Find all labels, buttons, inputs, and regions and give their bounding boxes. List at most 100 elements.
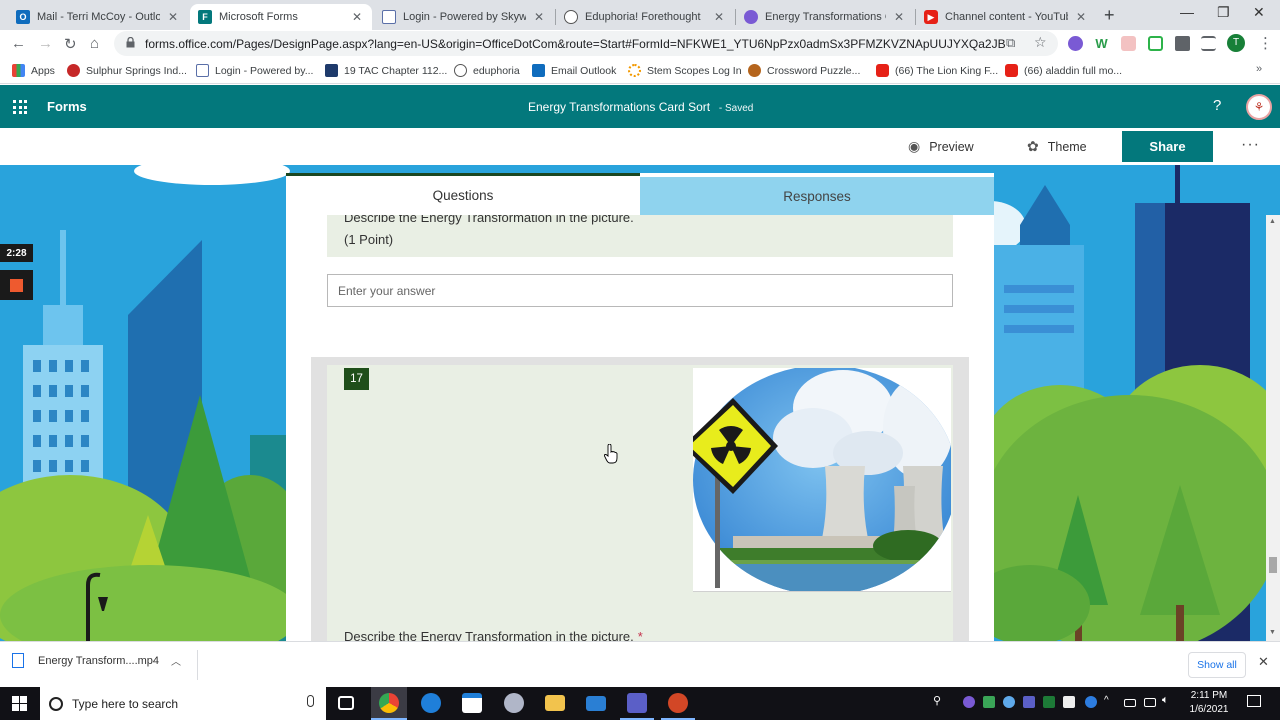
network-icon[interactable] — [1144, 698, 1156, 707]
close-icon[interactable]: ✕ — [892, 10, 906, 24]
question-17-body[interactable]: 17 Describe the Energy Transformation in… — [327, 365, 953, 641]
maximize-icon[interactable]: ❐ — [1217, 4, 1230, 21]
tab-eduphoria[interactable]: Eduphoria! Forethought ✕ — [556, 4, 734, 30]
windows-start-icon[interactable] — [12, 696, 27, 711]
avatar[interactable]: ⚘ — [1246, 94, 1272, 120]
store-icon[interactable] — [462, 693, 482, 713]
theme-button[interactable]: ✿ Theme — [1027, 138, 1087, 155]
palette-icon: ✿ — [1027, 138, 1039, 154]
more-options-icon[interactable]: ··· — [1241, 136, 1260, 154]
question-17-card[interactable]: 17 Describe the Energy Transformation in… — [311, 357, 969, 641]
bookmark-lion-king[interactable]: (66) The Lion King F... — [876, 64, 998, 77]
bluetooth-icon[interactable] — [1085, 696, 1097, 708]
reload-icon[interactable]: ↻ — [64, 35, 77, 53]
puzzle-extensions-icon[interactable] — [1175, 36, 1190, 51]
flower-tray-icon[interactable] — [963, 696, 975, 708]
back-icon[interactable]: ← — [11, 35, 26, 52]
bookmark-sulphur-springs[interactable]: Sulphur Springs Ind... — [67, 64, 187, 77]
apps-grid-icon — [12, 64, 25, 77]
scrollbar-thumb[interactable] — [1269, 557, 1277, 573]
chevron-up-icon[interactable]: ^ — [1104, 695, 1116, 707]
edge-icon[interactable] — [421, 693, 441, 713]
download-item[interactable]: Energy Transform....mp4 ︿ — [12, 653, 181, 668]
bookmark-stem-scopes[interactable]: Stem Scopes Log In — [628, 64, 742, 77]
flower-extension-icon[interactable] — [1068, 36, 1083, 51]
bookmark-aladdin[interactable]: (66) aladdin full mo... — [1005, 64, 1122, 77]
browser-toolbar: ← → ↻ ⌂ forms.office.com/Pages/DesignPag… — [0, 30, 1280, 58]
people-icon[interactable]: ⚲ — [933, 694, 945, 707]
window-close-icon[interactable]: ✕ — [1253, 4, 1265, 21]
question-image[interactable] — [693, 368, 951, 592]
taskbar-search[interactable]: Type here to search — [40, 687, 326, 720]
file-explorer-icon[interactable] — [545, 695, 565, 711]
profile-avatar[interactable]: T — [1227, 34, 1245, 52]
green-tray-icon[interactable] — [983, 696, 995, 708]
microphone-icon[interactable] — [307, 695, 314, 707]
question-17-title[interactable]: Describe the Energy Transformation in th… — [344, 629, 643, 641]
bookmark-crossword[interactable]: Crossword Puzzle... — [748, 64, 860, 77]
chrome-icon[interactable] — [379, 693, 399, 713]
page-scrollbar[interactable]: ▲ ▼ — [1266, 215, 1280, 641]
forward-icon[interactable]: → — [38, 35, 53, 52]
home-icon[interactable]: ⌂ — [90, 35, 99, 52]
show-all-button[interactable]: Show all — [1188, 652, 1246, 678]
tab-questions[interactable]: Questions — [286, 173, 640, 215]
mail-icon[interactable] — [586, 696, 606, 711]
close-icon[interactable]: ✕ — [1074, 10, 1088, 24]
menu-dots-icon[interactable]: ⋮ — [1258, 34, 1273, 52]
loading-icon — [628, 64, 641, 77]
grid-tray-icon[interactable] — [1043, 696, 1055, 708]
bookmark-apps[interactable]: Apps — [12, 64, 55, 77]
tab-responses[interactable]: Responses — [640, 177, 994, 215]
bookmark-email-outlook[interactable]: Email Outlook — [532, 64, 616, 77]
help-icon[interactable]: ? — [1213, 97, 1221, 114]
volume-icon[interactable]: 🔈︎ — [1162, 694, 1174, 706]
stop-recording-button[interactable] — [0, 270, 33, 300]
tab-outlook[interactable]: O Mail - Terri McCoy - Outlook ✕ — [8, 4, 188, 30]
task-view-icon[interactable] — [338, 696, 354, 710]
close-icon[interactable]: ✕ — [712, 10, 726, 24]
onedrive-icon[interactable] — [1003, 696, 1015, 708]
share-button[interactable]: Share — [1122, 131, 1213, 162]
tab-skyward[interactable]: Login - Powered by Skyward ✕ — [374, 4, 554, 30]
bookmarks-overflow-icon[interactable]: » — [1256, 63, 1262, 75]
app-launcher-icon[interactable] — [13, 100, 27, 114]
address-bar[interactable]: forms.office.com/Pages/DesignPage.aspx?l… — [114, 31, 1058, 56]
powerpoint-icon[interactable] — [668, 693, 688, 713]
bookmark-label: Email Outlook — [551, 64, 617, 77]
bookmark-eduphoria[interactable]: eduphoria — [454, 64, 520, 77]
star-icon[interactable]: ☆ — [1034, 34, 1047, 51]
app-name[interactable]: Forms — [47, 99, 87, 114]
close-icon[interactable]: ✕ — [532, 10, 546, 24]
preview-button[interactable]: ◉ Preview — [908, 138, 974, 155]
tab-microsoft-forms[interactable]: F Microsoft Forms ✕ — [190, 4, 372, 30]
battery-icon[interactable] — [1124, 699, 1136, 707]
question-16-header[interactable]: Describe the Energy Transformation in th… — [327, 215, 953, 257]
new-tab-button[interactable]: + — [1104, 5, 1115, 26]
scroll-down-icon[interactable]: ▼ — [1269, 629, 1276, 636]
translate-icon[interactable]: ⧉ — [1006, 35, 1015, 51]
green-extension-icon[interactable] — [1148, 36, 1163, 51]
tab-youtube[interactable]: ▶ Channel content - YouTube S ✕ — [916, 4, 1096, 30]
w-extension-icon[interactable]: W — [1094, 36, 1109, 51]
taskbar-clock[interactable]: 2:11 PM 1/6/2021 — [1186, 689, 1232, 717]
bookmark-19-tac[interactable]: 19 TAC Chapter 112... — [325, 64, 447, 77]
tray-app-icon[interactable] — [1063, 696, 1075, 708]
reading-list-icon[interactable] — [1201, 36, 1216, 51]
close-icon[interactable]: ✕ — [166, 10, 180, 24]
stop-icon — [10, 278, 23, 292]
teams-icon[interactable] — [627, 693, 647, 713]
answer-input[interactable]: Enter your answer — [327, 274, 953, 307]
teams-tray-icon[interactable] — [1023, 696, 1035, 708]
question-points: (1 Point) — [344, 232, 394, 247]
screencastify-icon[interactable] — [1121, 36, 1136, 51]
close-icon[interactable]: ✕ — [350, 10, 364, 24]
chevron-up-icon[interactable]: ︿ — [171, 653, 181, 668]
scroll-up-icon[interactable]: ▲ — [1269, 218, 1276, 225]
minimize-icon[interactable]: — — [1180, 4, 1194, 20]
bookmark-skyward[interactable]: Login - Powered by... — [196, 64, 313, 77]
tab-energy-transformations[interactable]: Energy Transformations Card ✕ — [736, 4, 914, 30]
snipping-icon[interactable] — [504, 693, 524, 713]
close-icon[interactable]: ✕ — [1258, 654, 1269, 670]
notifications-icon[interactable] — [1247, 695, 1261, 707]
